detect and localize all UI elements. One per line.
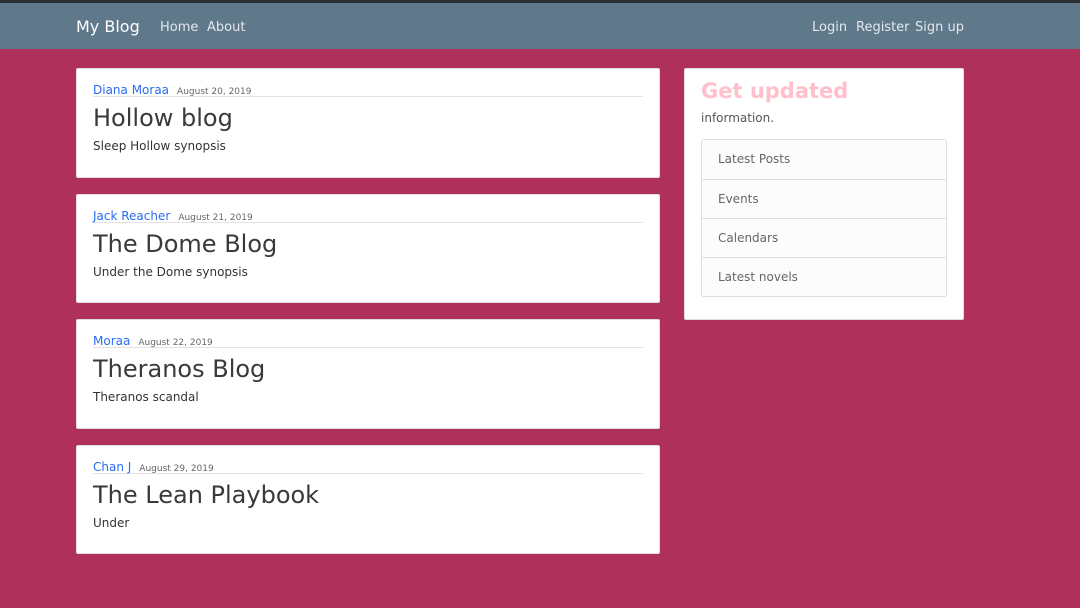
post-date: August 20, 2019 [177, 87, 252, 97]
sidebar-item-events[interactable]: Events [702, 179, 946, 218]
sidebar-list: Latest Posts Events Calendars Latest nov… [701, 139, 947, 297]
nav-about[interactable]: About [207, 20, 245, 35]
navbar: My Blog Home About Login Register Sign u… [0, 3, 1080, 49]
post-author[interactable]: Jack Reacher [93, 209, 170, 223]
post-summary: Under [93, 516, 130, 530]
post-card: Moraa August 22, 2019 Theranos Blog Thera… [76, 319, 660, 429]
post-date: August 21, 2019 [178, 213, 253, 223]
post-author[interactable]: Moraa [93, 334, 130, 348]
post-summary: Theranos scandal [93, 390, 199, 404]
post-date: August 29, 2019 [139, 464, 214, 474]
post-title[interactable]: Hollow blog [93, 103, 643, 133]
nav-login[interactable]: Login [812, 20, 847, 35]
sidebar: Get updated information. Latest Posts Ev… [684, 68, 964, 320]
post-title[interactable]: The Dome Blog [93, 229, 643, 259]
post-card: Diana Moraa August 20, 2019 Hollow blog S… [76, 68, 660, 178]
post-card: Jack Reacher August 21, 2019 The Dome Blo… [76, 194, 660, 303]
post-summary: Sleep Hollow synopsis [93, 139, 226, 153]
post-author[interactable]: Diana Moraa [93, 83, 169, 97]
sidebar-item-calendars[interactable]: Calendars [702, 218, 946, 257]
sidebar-heading: Get updated [701, 79, 849, 103]
sidebar-item-latest-posts[interactable]: Latest Posts [702, 140, 946, 179]
nav-home[interactable]: Home [160, 20, 198, 35]
nav-signup[interactable]: Sign up [915, 20, 964, 35]
sidebar-item-latest-novels[interactable]: Latest novels [702, 257, 946, 296]
post-author[interactable]: Chan J [93, 460, 131, 474]
post-title[interactable]: The Lean Playbook [93, 480, 643, 510]
post-card: Chan J August 29, 2019 The Lean Playbook … [76, 445, 660, 554]
post-summary: Under the Dome synopsis [93, 265, 248, 279]
nav-register[interactable]: Register [856, 20, 910, 35]
brand-link[interactable]: My Blog [76, 17, 140, 36]
post-date: August 22, 2019 [138, 338, 213, 348]
post-title[interactable]: Theranos Blog [93, 354, 643, 384]
sidebar-text: information. [701, 111, 775, 125]
